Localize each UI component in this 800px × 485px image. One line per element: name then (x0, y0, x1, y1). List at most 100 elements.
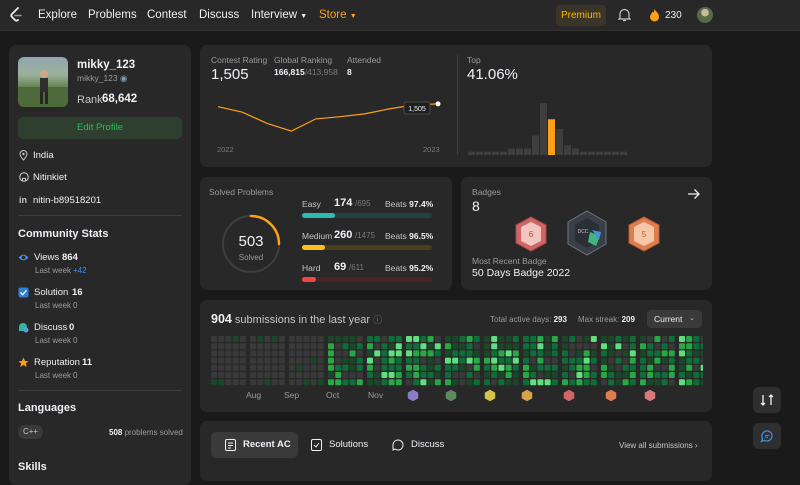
heatmap-cell (640, 379, 646, 386)
arrow-right-icon[interactable] (687, 187, 701, 201)
heatmap-cell (335, 372, 342, 378)
nav-explore[interactable]: Explore (38, 9, 77, 21)
profile-username-text: mikky_123 (77, 73, 118, 83)
nav-store[interactable]: Store ▼ (319, 9, 357, 21)
heatmap-cell (271, 364, 278, 371)
heatmap-cell (356, 343, 363, 350)
heatmap-cell (466, 336, 473, 342)
heatmap-cell (498, 364, 505, 371)
nav-avatar[interactable] (697, 7, 713, 23)
leetcode-logo-icon[interactable] (9, 7, 23, 23)
heatmap-cell (544, 364, 551, 371)
svg-text:DCC: DCC (578, 229, 589, 235)
nav-problems[interactable]: Problems (88, 9, 137, 21)
heatmap-cell (278, 379, 285, 386)
heatmap-cell (211, 364, 217, 371)
nav-contest[interactable]: Contest (147, 9, 187, 21)
heatmap-cell (413, 343, 420, 350)
heatmap-cell (278, 336, 285, 342)
nav-interview[interactable]: Interview ▼ (251, 9, 307, 21)
heatmap-cell (296, 336, 303, 342)
heatmap-cell (537, 336, 544, 342)
monthly-badge-icon[interactable] (484, 389, 496, 402)
badge-icon[interactable]: DCC (566, 210, 608, 256)
heatmap-cell (303, 379, 310, 386)
heatmap-cell (257, 364, 264, 371)
bell-icon[interactable] (618, 8, 631, 22)
heatmap-cell (505, 357, 512, 364)
heatmap-cell (505, 350, 512, 357)
heatmap-cell (473, 364, 480, 371)
histogram-bar (468, 151, 475, 155)
monthly-badge-icon[interactable] (407, 389, 419, 402)
globe-icon: ◉ (120, 73, 128, 83)
heatmap-cell (342, 343, 349, 350)
heatmap-cell (342, 379, 349, 386)
edit-profile-button[interactable]: Edit Profile (18, 117, 182, 139)
heatmap-cell (640, 343, 646, 350)
heatmap-cell (466, 350, 473, 357)
nav-store-label: Store (319, 9, 347, 21)
heatmap-cell (686, 379, 693, 386)
heatmap-cell (530, 336, 537, 342)
monthly-badge-icon[interactable] (521, 389, 533, 402)
heatmap-cell (569, 336, 576, 342)
info-icon[interactable]: ⓘ (373, 315, 382, 325)
heatmap-cell (250, 343, 256, 350)
languages-title: Languages (18, 402, 77, 414)
histogram-bar (604, 151, 611, 155)
heatmap-cell (225, 372, 232, 378)
nav-discuss[interactable]: Discuss (199, 9, 239, 21)
stat-reputation-value: 11 (82, 357, 93, 368)
heatmap-cell (232, 364, 239, 371)
heatmap-cell (473, 372, 480, 378)
heatmap-cell (551, 350, 558, 357)
heatmap-cell (661, 343, 668, 350)
badge-icon[interactable]: 6 (514, 216, 548, 252)
heatmap-cell (590, 357, 597, 364)
tab-discuss[interactable]: Discuss (411, 432, 444, 458)
tab-solutions[interactable]: Solutions (329, 432, 368, 458)
period-select[interactable]: Current ⌄ (647, 310, 702, 328)
heatmap-cell (629, 350, 636, 357)
heatmap-cell (257, 357, 264, 364)
heatmap-cell (484, 350, 490, 357)
monthly-badge-icon[interactable] (563, 389, 575, 402)
switch-layout-button[interactable] (753, 387, 781, 413)
heatmap-cell (583, 343, 590, 350)
easy-progress-fill (302, 213, 335, 218)
chevron-down-icon: ▼ (349, 13, 357, 20)
heatmap-cell (413, 364, 420, 371)
feedback-button[interactable] (753, 423, 781, 449)
hard-beats-label: Beats (385, 263, 407, 273)
heatmap-cell (512, 357, 519, 364)
view-all-submissions[interactable]: View all submissions › (619, 441, 698, 450)
heatmap-cell (466, 364, 473, 371)
view-all-label: View all submissions (619, 441, 693, 450)
heatmap-cell (452, 379, 459, 386)
heatmap-cell (328, 364, 334, 371)
heatmap-cell (686, 357, 693, 364)
monthly-badge-icon[interactable] (644, 389, 656, 402)
monthly-badge-icon[interactable] (605, 389, 617, 402)
solved-title: Solved Problems (209, 187, 274, 197)
heatmap-cell (381, 336, 388, 342)
submissions-heading: 904 submissions in the last year ⓘ (211, 312, 382, 326)
heatmap-cell (420, 343, 427, 350)
badge-icon[interactable]: 5 (627, 216, 661, 252)
fire-icon[interactable] (648, 8, 661, 22)
heatmap-cell (342, 364, 349, 371)
profile-username: mikky_123 ◉ (77, 73, 127, 84)
language-tag: C++ (18, 425, 43, 439)
heatmap-cell (395, 336, 402, 342)
rank-label: Rank (77, 94, 103, 106)
monthly-badge-icon[interactable] (445, 389, 457, 402)
check-square-icon (18, 287, 29, 298)
heatmap-cell (413, 379, 420, 386)
heatmap-cell (427, 364, 434, 371)
heatmap-cell (342, 336, 349, 342)
heatmap-cell (544, 357, 551, 364)
heatmap-cell (583, 357, 590, 364)
premium-button[interactable]: Premium (556, 5, 606, 26)
heatmap-cell (583, 379, 590, 386)
